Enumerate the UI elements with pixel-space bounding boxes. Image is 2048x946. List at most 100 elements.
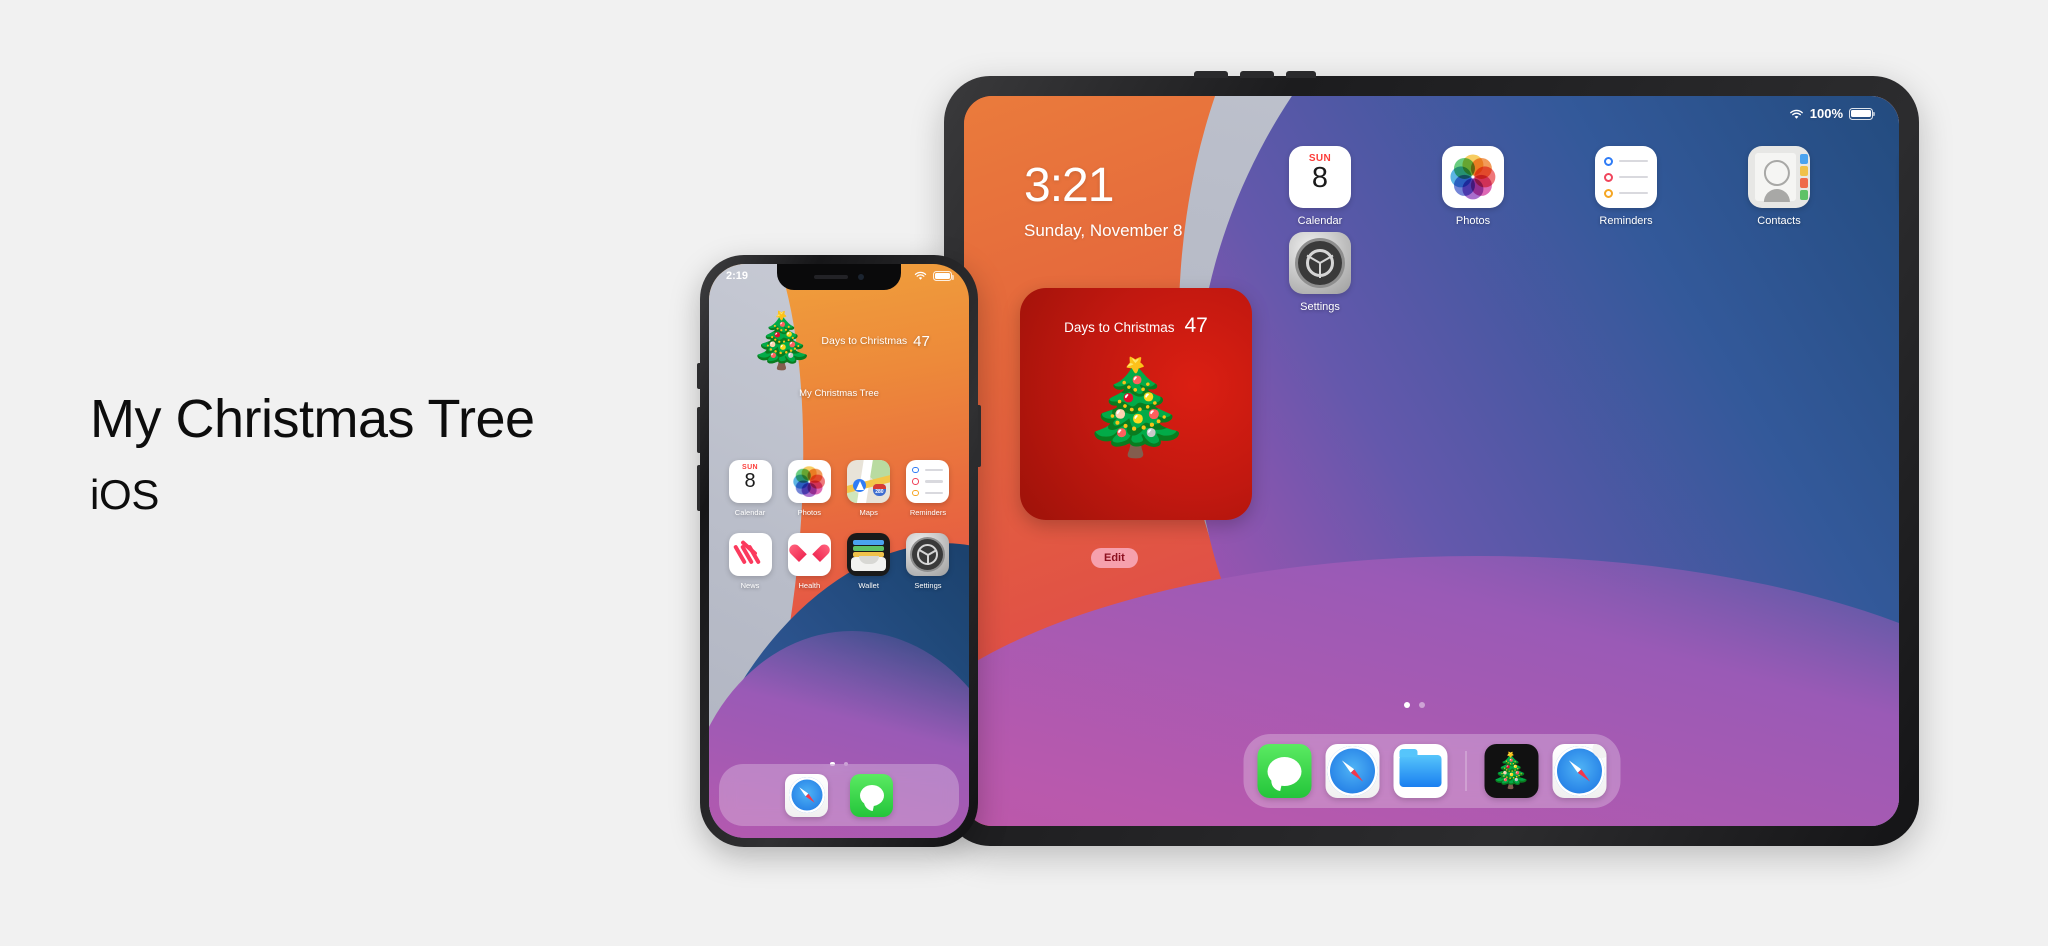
photos-petals: [1450, 154, 1496, 200]
maps-route-shield: 280: [872, 484, 886, 497]
app-photos[interactable]: Photos: [1417, 146, 1529, 227]
calendar-icon: SUN 8: [1289, 146, 1351, 208]
ipad-screen: 100% 3:21 Sunday, November 8 SUN 8 Calen…: [964, 96, 1899, 826]
edit-button[interactable]: Edit: [1091, 548, 1138, 568]
reminders-icon: [1595, 146, 1657, 208]
app-label: Photos: [797, 508, 821, 517]
iphone-volume-down-button[interactable]: [697, 465, 700, 511]
christmas-countdown-widget[interactable]: Days to Christmas 47 🎄: [1020, 288, 1252, 520]
app-photos[interactable]: Photos: [780, 460, 838, 517]
widget-value: 47: [913, 332, 930, 350]
widget-label: Days to Christmas: [821, 335, 908, 347]
news-icon: [728, 533, 772, 576]
settings-icon: [1289, 232, 1351, 294]
app-settings[interactable]: Settings: [1264, 232, 1376, 313]
ipad-device: 100% 3:21 Sunday, November 8 SUN 8 Calen…: [944, 71, 1919, 846]
messages-icon: [1267, 756, 1301, 786]
calendar-day: 8: [1311, 162, 1329, 194]
app-label: Reminders: [1599, 215, 1653, 227]
page-dot[interactable]: [1404, 702, 1410, 708]
iphone-dock: [719, 764, 959, 826]
dock-recent-safari[interactable]: [1552, 744, 1606, 798]
ipad-volume-down-button[interactable]: [1240, 71, 1274, 78]
battery-percent-label: 100%: [1809, 106, 1843, 121]
christmas-tree-app-icon: 🎄: [1489, 752, 1533, 790]
iphone-ringer-switch[interactable]: [697, 363, 700, 389]
reminders-icon: [906, 460, 950, 503]
app-reminders[interactable]: Reminders: [899, 460, 957, 517]
dock-app-messages[interactable]: [1257, 744, 1311, 798]
app-reminders[interactable]: Reminders: [1570, 146, 1682, 227]
iphone-app-grid: SUN 8 Calendar Photos 280 Maps Reminders…: [721, 460, 957, 590]
wifi-icon: [914, 271, 929, 282]
gear-glyph: [1298, 241, 1342, 285]
app-label: Contacts: [1757, 215, 1801, 227]
app-calendar[interactable]: SUN 8 Calendar: [721, 460, 779, 517]
ipad-volume-up-button[interactable]: [1194, 71, 1228, 78]
dock-app-messages[interactable]: [850, 773, 893, 817]
app-health[interactable]: Health: [780, 533, 838, 590]
app-calendar[interactable]: SUN 8 Calendar: [1264, 146, 1376, 227]
app-label: Photos: [1455, 215, 1491, 227]
dock-divider: [1465, 751, 1466, 791]
contacts-icon: [1748, 146, 1810, 208]
ipad-date: Sunday, November 8: [1024, 221, 1183, 240]
app-label: Wallet: [858, 581, 879, 590]
widget-name-label: My Christmas Tree: [799, 388, 879, 399]
caption-block: My Christmas Tree iOS: [90, 389, 535, 519]
widget-label: Days to Christmas: [1064, 320, 1175, 335]
app-wallet[interactable]: Wallet: [840, 533, 898, 590]
wallet-icon: [847, 533, 891, 576]
page-dot[interactable]: [1419, 702, 1425, 708]
iphone-time: 2:19: [726, 270, 749, 282]
app-label: Calendar: [1297, 215, 1343, 227]
app-label: Settings: [1300, 301, 1340, 313]
app-maps[interactable]: 280 Maps: [1876, 146, 1899, 227]
platform-subtitle: iOS: [90, 471, 160, 519]
photos-icon: [787, 460, 831, 503]
app-label: Health: [798, 581, 821, 590]
page-title: My Christmas Tree: [90, 389, 535, 449]
ipad-page-dots[interactable]: [1404, 702, 1425, 708]
ipad-status-bar: 100%: [1789, 106, 1876, 121]
battery-icon: [933, 271, 955, 281]
iphone-notch: [777, 264, 901, 290]
widget-value: 47: [1184, 314, 1208, 337]
calendar-day: 8: [744, 470, 756, 492]
safari-icon: [788, 777, 825, 813]
wifi-icon: [1789, 108, 1804, 119]
battery-icon: [1849, 107, 1876, 120]
earpiece-speaker-icon: [814, 275, 848, 279]
iphone-screen: 2:19 🎄 Days to Christmas 47 My Christmas…: [709, 264, 969, 838]
dock-app-safari[interactable]: [1325, 744, 1379, 798]
ipad-dock: 🎄: [1243, 734, 1620, 808]
app-label: Reminders: [909, 508, 947, 517]
front-camera-icon: [858, 274, 864, 280]
page-root: My Christmas Tree iOS 100% 3:21 Sunday, …: [0, 0, 2048, 946]
iphone-christmas-widget[interactable]: 🎄 Days to Christmas 47 My Christmas Tree: [709, 314, 969, 399]
settings-icon: [906, 533, 950, 576]
dock-app-safari[interactable]: [785, 773, 828, 817]
ipad-power-button[interactable]: [1286, 71, 1316, 78]
files-icon: [1399, 749, 1441, 787]
safari-icon: [1327, 746, 1377, 796]
dock-app-christmas-tree[interactable]: 🎄: [1484, 744, 1538, 798]
app-contacts[interactable]: Contacts: [1723, 146, 1835, 227]
iphone-power-button[interactable]: [978, 405, 981, 467]
iphone-volume-up-button[interactable]: [697, 407, 700, 453]
app-label: Calendar: [734, 508, 766, 517]
dock-app-files[interactable]: [1393, 744, 1447, 798]
app-settings[interactable]: Settings: [899, 533, 957, 590]
maps-icon: 280: [847, 460, 891, 503]
messages-icon: [859, 784, 884, 806]
app-news[interactable]: News: [721, 533, 779, 590]
ipad-clock: 3:21 Sunday, November 8: [1024, 162, 1182, 241]
christmas-tree-icon: 🎄: [1078, 357, 1194, 459]
app-maps[interactable]: 280 Maps: [840, 460, 898, 517]
ipad-time: 3:21: [1024, 159, 1114, 212]
calendar-icon: SUN 8: [728, 460, 772, 503]
christmas-tree-icon: 🎄: [748, 311, 816, 371]
app-label: Settings: [914, 581, 942, 590]
app-label: News: [740, 581, 760, 590]
iphone-device: 2:19 🎄 Days to Christmas 47 My Christmas…: [697, 255, 981, 847]
